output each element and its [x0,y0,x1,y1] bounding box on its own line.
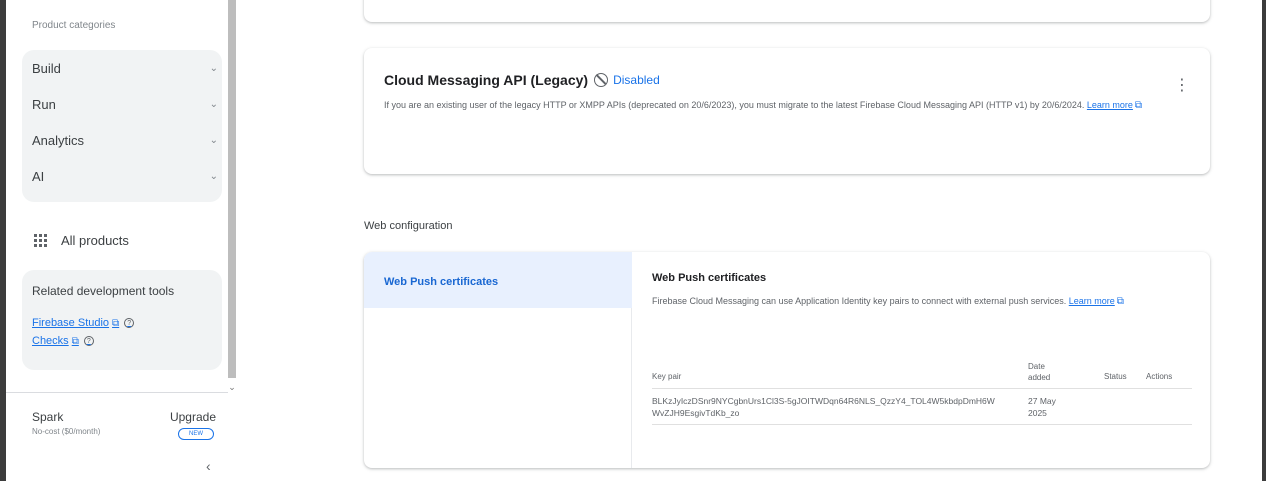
key-pair-table: Key pair Date added Status Actions BLKzJ… [652,357,1192,425]
firebase-studio-label: Firebase Studio [32,317,110,329]
sidebar-item-label: AI [32,168,45,184]
chevron-down-icon: ⌄ [209,98,218,110]
column-key-pair: Key pair [652,372,682,381]
key-pair-value: BLKzJyIczDSnr9NYCgbnUrs1Cl3S-5gJOITWDqn6… [652,396,995,418]
window-frame-right [1262,0,1266,481]
web-push-title: Web Push certificates [652,272,767,284]
sidebar-item-label: Build [32,60,61,76]
product-categories-group: Build ⌄ Run ⌄ Analytics ⌄ AI ⌄ [22,50,222,202]
product-categories-label: Product categories [32,20,116,31]
sidebar-item-run[interactable]: Run ⌄ [32,90,218,118]
grid-icon [34,233,47,247]
external-link-icon: ⧉ [1134,100,1143,111]
web-push-content: Web Push certificates Firebase Cloud Mes… [652,272,1192,425]
new-badge: NEW [178,428,214,440]
web-push-description: Firebase Cloud Messaging can use Applica… [652,294,1172,309]
external-link-icon: ⧉ [1116,296,1124,307]
web-configuration-label: Web configuration [364,220,453,232]
info-icon[interactable]: ? [124,318,135,328]
all-products-label: All products [61,232,129,248]
related-tools-title: Related development tools [32,284,175,298]
sidebar-scrollbar[interactable] [228,0,236,378]
chevron-down-icon: ⌄ [209,62,218,74]
previous-card [364,0,1210,22]
web-push-description-text: Firebase Cloud Messaging can use Applica… [652,296,1067,306]
fcm-description-text: If you are an existing user of the legac… [384,100,1085,110]
external-link-icon: ⧉ [112,317,120,329]
external-link-icon: ⧉ [71,335,79,347]
more-options-icon[interactable]: ⋮ [1174,78,1190,94]
fcm-description: If you are an existing user of the legac… [384,98,1174,113]
info-icon[interactable]: ? [83,336,94,346]
status-badge: Disabled [613,73,660,87]
sidebar-divider [6,392,228,393]
tab-web-push-certificates[interactable]: Web Push certificates [364,252,632,308]
web-configuration-card: Web Push certificates Web Push certifica… [364,252,1210,468]
related-tools-panel: Related development tools Firebase Studi… [22,270,222,370]
main-content: Cloud Messaging API (Legacy) Disabled If… [238,0,1262,481]
fcm-header: Cloud Messaging API (Legacy) Disabled [384,70,1190,90]
sidebar-item-build[interactable]: Build ⌄ [32,54,218,82]
scroll-down-icon[interactable]: ⌄ [226,382,238,392]
upgrade-button[interactable]: Upgrade [170,410,216,424]
sidebar-item-ai[interactable]: AI ⌄ [32,162,218,190]
cloud-messaging-legacy-card: Cloud Messaging API (Legacy) Disabled If… [364,48,1210,174]
checks-label: Checks [32,335,69,347]
plan-cost: No-cost ($0/month) [32,427,101,436]
date-added-value: 27 May 2025 [1028,396,1056,418]
web-config-tabs: Web Push certificates [364,252,632,468]
column-actions: Actions [1146,372,1173,381]
checks-link[interactable]: Checks ⧉ ? [32,332,212,350]
fcm-title: Cloud Messaging API (Legacy) [384,72,589,88]
chevron-down-icon: ⌄ [209,170,218,182]
firebase-studio-link[interactable]: Firebase Studio ⧉ ? [32,314,212,332]
learn-more-link[interactable]: Learn more [1069,296,1115,306]
plan-summary: Spark No-cost ($0/month) Upgrade NEW [32,410,222,442]
chevron-down-icon: ⌄ [209,134,218,146]
learn-more-link[interactable]: Learn more [1087,100,1133,110]
table-header: Key pair Date added Status Actions [652,357,1192,389]
sidebar-item-label: Run [32,96,56,112]
all-products-button[interactable]: All products [22,226,222,254]
column-status: Status [1104,372,1127,381]
table-row: BLKzJyIczDSnr9NYCgbnUrs1Cl3S-5gJOITWDqn6… [652,389,1192,425]
sidebar: Product categories Build ⌄ Run ⌄ Analyti… [6,0,228,481]
collapse-sidebar-icon[interactable]: ‹ [206,458,211,474]
sidebar-item-label: Analytics [32,132,85,148]
column-date-added: Date added [1028,362,1051,382]
plan-name: Spark [32,410,64,424]
sidebar-item-analytics[interactable]: Analytics ⌄ [32,126,218,154]
disabled-icon [594,73,609,87]
